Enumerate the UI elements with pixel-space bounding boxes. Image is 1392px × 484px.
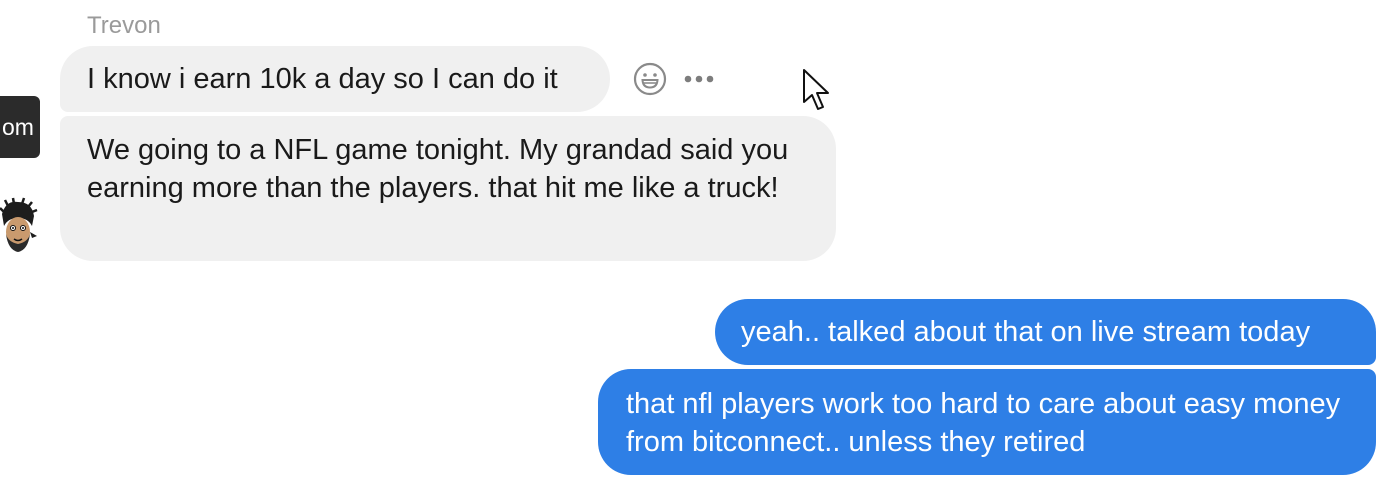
sender-avatar[interactable]: [0, 196, 38, 258]
chat-conversation: om Trevon I know i earn 10k a day so I c…: [0, 0, 1392, 484]
timestamp-tooltip-text: om: [0, 96, 40, 158]
mouse-pointer-icon: [803, 69, 829, 110]
incoming-message-1[interactable]: I know i earn 10k a day so I can do it: [60, 46, 610, 112]
more-options-icon[interactable]: [683, 74, 715, 84]
sender-name: Trevon: [87, 12, 161, 39]
outgoing-message-1[interactable]: yeah.. talked about that on live stream …: [715, 299, 1376, 365]
outgoing-message-2[interactable]: that nfl players work too hard to care a…: [598, 369, 1376, 475]
timestamp-tooltip: om: [0, 48, 52, 158]
message-actions: [633, 62, 715, 96]
smiley-face-icon[interactable]: [633, 62, 667, 96]
incoming-message-2[interactable]: We going to a NFL game tonight. My grand…: [60, 116, 836, 261]
